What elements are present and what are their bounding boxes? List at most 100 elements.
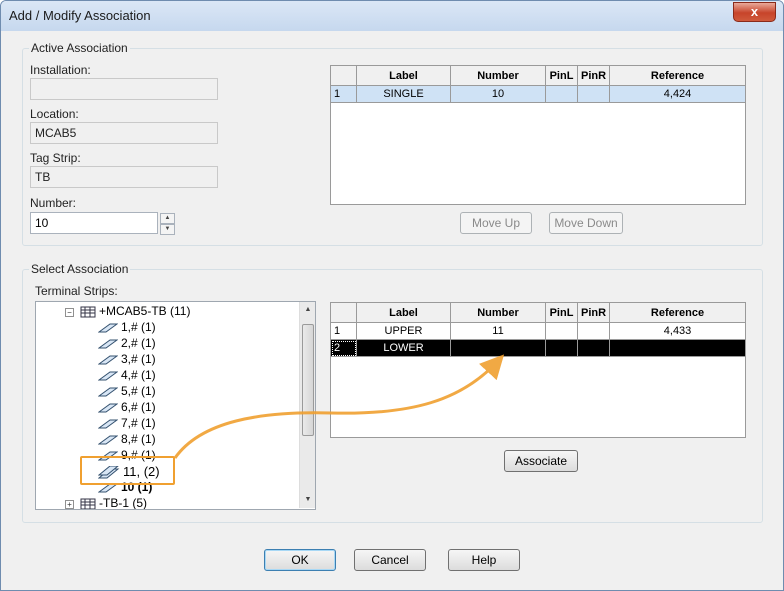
terminal-icon bbox=[98, 371, 118, 381]
terminal-icon bbox=[98, 323, 118, 333]
cell-pinr[interactable] bbox=[576, 339, 611, 357]
cell-label[interactable]: SINGLE bbox=[356, 85, 451, 103]
tree-item[interactable]: 2,# (1) bbox=[98, 336, 156, 350]
select-grid-header: Label Number PinL PinR Reference bbox=[330, 302, 746, 323]
active-grid-header: Label Number PinL PinR Reference bbox=[330, 65, 746, 86]
header-label[interactable]: Label bbox=[356, 302, 451, 323]
select-grid-table: Label Number PinL PinR Reference 1 UPPER… bbox=[330, 302, 746, 357]
scroll-up-icon[interactable]: ▲ bbox=[300, 302, 315, 318]
tree-root-item[interactable]: +MCAB5-TB (11) bbox=[80, 304, 190, 318]
header-pinr[interactable]: PinR bbox=[576, 65, 611, 86]
row-number: 2 bbox=[330, 339, 357, 357]
cancel-button[interactable]: Cancel bbox=[354, 549, 426, 571]
title-bar[interactable]: Add / Modify Association x bbox=[1, 1, 783, 31]
tagstrip-label: Tag Strip: bbox=[30, 151, 81, 165]
tree-item[interactable]: 4,# (1) bbox=[98, 368, 156, 382]
cell-pinl[interactable] bbox=[545, 339, 578, 357]
terminal-icon bbox=[98, 339, 118, 349]
header-pinr[interactable]: PinR bbox=[576, 302, 611, 323]
tree-item-label: 2,# (1) bbox=[121, 336, 156, 350]
location-field[interactable]: MCAB5 bbox=[30, 122, 218, 144]
tree-item-label: 4,# (1) bbox=[121, 368, 156, 382]
cell-number[interactable]: 10 bbox=[450, 85, 546, 103]
tree-root-label: +MCAB5-TB (11) bbox=[99, 304, 191, 318]
tree-root-label: -TB-1 (5) bbox=[99, 496, 147, 510]
cell-reference[interactable]: 4,433 bbox=[609, 322, 746, 340]
active-association-title: Active Association bbox=[29, 41, 130, 55]
cell-reference[interactable] bbox=[609, 339, 746, 357]
number-spin-up[interactable]: ▲ bbox=[160, 213, 175, 224]
table-row-selected[interactable]: 2 LOWER bbox=[330, 339, 746, 357]
terminal-strip-icon bbox=[80, 498, 96, 509]
number-label: Number: bbox=[30, 196, 77, 210]
terminal-icon bbox=[98, 387, 118, 397]
cell-pinr[interactable] bbox=[576, 322, 611, 340]
cell-label[interactable]: LOWER bbox=[356, 339, 451, 357]
tree-item-label: 6,# (1) bbox=[121, 400, 156, 414]
cell-number[interactable] bbox=[450, 339, 546, 357]
header-reference[interactable]: Reference bbox=[609, 65, 746, 86]
terminal-icon bbox=[98, 435, 118, 445]
tree-scrollbar[interactable]: ▲ ▼ bbox=[299, 302, 315, 508]
header-rownum bbox=[330, 65, 357, 86]
cell-number[interactable]: 11 bbox=[450, 322, 546, 340]
help-button[interactable]: Help bbox=[448, 549, 520, 571]
cell-pinr[interactable] bbox=[576, 85, 611, 103]
associate-button[interactable]: Associate bbox=[504, 450, 578, 472]
number-spin-down[interactable]: ▼ bbox=[160, 224, 175, 235]
tree-item-label: 1,# (1) bbox=[121, 320, 156, 334]
location-label: Location: bbox=[30, 107, 79, 121]
close-icon: x bbox=[750, 4, 759, 19]
terminal-icon bbox=[98, 355, 118, 365]
installation-field[interactable] bbox=[30, 78, 218, 100]
active-grid: Label Number PinL PinR Reference 1 SINGL… bbox=[330, 65, 746, 205]
header-reference[interactable]: Reference bbox=[609, 302, 746, 323]
header-number[interactable]: Number bbox=[450, 65, 546, 86]
header-pinl[interactable]: PinL bbox=[545, 302, 578, 323]
terminal-icon bbox=[98, 403, 118, 413]
cell-reference[interactable]: 4,424 bbox=[609, 85, 746, 103]
active-grid-table: Label Number PinL PinR Reference 1 SINGL… bbox=[330, 65, 746, 103]
terminal-strip-tree[interactable]: − +MCAB5-TB (11) 1,# (1) 2,# (1) 3,# (1)… bbox=[35, 301, 316, 510]
move-down-button[interactable]: Move Down bbox=[549, 212, 623, 234]
header-pinl[interactable]: PinL bbox=[545, 65, 578, 86]
table-row[interactable]: 1 SINGLE 10 4,424 bbox=[330, 85, 746, 103]
close-button[interactable]: x bbox=[733, 2, 776, 22]
tagstrip-field[interactable]: TB bbox=[30, 166, 218, 188]
cell-pinl[interactable] bbox=[545, 85, 578, 103]
tree-item[interactable]: 1,# (1) bbox=[98, 320, 156, 334]
cell-pinl[interactable] bbox=[545, 322, 578, 340]
tree-root-item[interactable]: -TB-1 (5) bbox=[80, 496, 147, 510]
tree-item[interactable]: 3,# (1) bbox=[98, 352, 156, 366]
scroll-thumb[interactable] bbox=[302, 324, 314, 436]
tree-item-label: 8,# (1) bbox=[121, 432, 156, 446]
header-number[interactable]: Number bbox=[450, 302, 546, 323]
select-grid: Label Number PinL PinR Reference 1 UPPER… bbox=[330, 302, 746, 438]
tree-item[interactable]: 6,# (1) bbox=[98, 400, 156, 414]
tree-item-label: 3,# (1) bbox=[121, 352, 156, 366]
table-row[interactable]: 1 UPPER 11 4,433 bbox=[330, 322, 746, 340]
highlight-callout-box bbox=[80, 456, 175, 485]
tree-item-label: 5,# (1) bbox=[121, 384, 156, 398]
tree-item[interactable]: 7,# (1) bbox=[98, 416, 156, 430]
tree-item[interactable]: 5,# (1) bbox=[98, 384, 156, 398]
terminal-icon bbox=[98, 419, 118, 429]
move-up-button[interactable]: Move Up bbox=[460, 212, 532, 234]
header-label[interactable]: Label bbox=[356, 65, 451, 86]
collapse-icon[interactable]: − bbox=[65, 308, 74, 317]
tree-item[interactable]: 8,# (1) bbox=[98, 432, 156, 446]
cell-label[interactable]: UPPER bbox=[356, 322, 451, 340]
number-input[interactable]: 10 bbox=[30, 212, 158, 234]
dialog-window: Add / Modify Association x Active Associ… bbox=[0, 0, 784, 591]
tree-item-label: 7,# (1) bbox=[121, 416, 156, 430]
terminal-strip-icon bbox=[80, 306, 96, 318]
expand-icon[interactable]: + bbox=[65, 500, 74, 509]
row-number: 1 bbox=[330, 322, 357, 340]
terminal-strips-label: Terminal Strips: bbox=[35, 284, 118, 298]
header-rownum bbox=[330, 302, 357, 323]
row-number: 1 bbox=[330, 85, 357, 103]
scroll-down-icon[interactable]: ▼ bbox=[300, 492, 315, 508]
installation-label: Installation: bbox=[30, 63, 91, 77]
window-title: Add / Modify Association bbox=[9, 8, 151, 23]
ok-button[interactable]: OK bbox=[264, 549, 336, 571]
